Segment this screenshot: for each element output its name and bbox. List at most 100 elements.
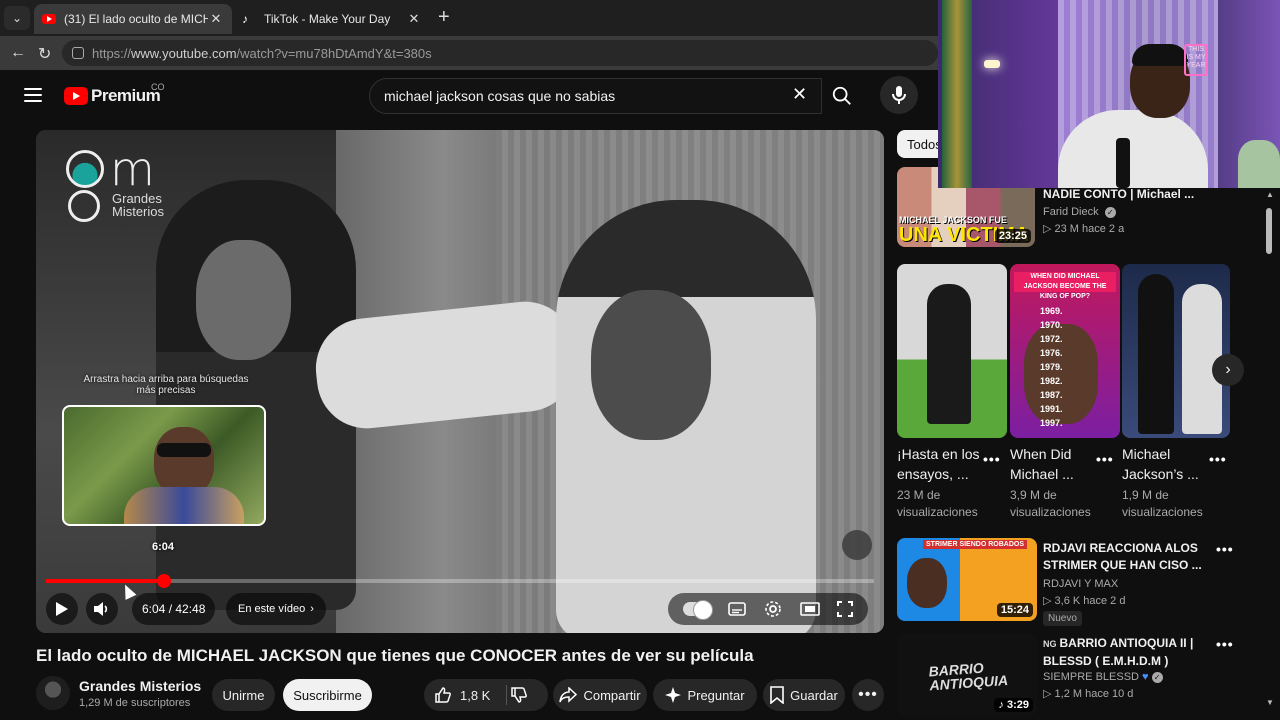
close-icon[interactable]: ✕ <box>406 11 422 27</box>
short-thumbnail[interactable] <box>1122 264 1230 438</box>
join-button[interactable]: Unirme <box>212 679 275 711</box>
thumbnail-caption: BARRIO ANTIOQUIA <box>928 659 1009 694</box>
chevron-down-icon: ⌄ <box>11 11 23 25</box>
autoplay-thumbnail-icon[interactable] <box>842 530 872 560</box>
voice-search-button[interactable] <box>880 76 918 114</box>
sparkle-icon <box>665 687 682 703</box>
watermark-circle <box>66 150 104 188</box>
like-dislike-group: 1,8 K <box>424 679 548 711</box>
rec-channel[interactable]: SIEMPRE BLESSD ♥ ✓ <box>1043 669 1163 686</box>
reload-icon[interactable]: ↻ <box>38 44 51 64</box>
more-vertical-icon[interactable]: ••• <box>1216 541 1234 557</box>
verified-check-icon: ✓ <box>1104 207 1116 218</box>
short-title[interactable]: Michael Jackson’s ... <box>1122 444 1206 484</box>
hamburger-menu-icon[interactable] <box>24 88 42 102</box>
browser-tab-tiktok[interactable]: ♪ TikTok - Make Your Day ✕ <box>234 4 430 34</box>
preview-glasses <box>157 443 211 457</box>
thumbs-down-icon[interactable] <box>510 686 528 704</box>
clear-search-icon[interactable]: ✕ <box>792 84 807 105</box>
short-figure <box>927 284 971 424</box>
save-button[interactable]: Guardar <box>763 679 845 711</box>
bookmark-icon <box>770 686 784 704</box>
rec-channel[interactable]: RDJAVI Y MAX <box>1043 576 1118 593</box>
heart-icon: ♥ <box>1142 671 1149 683</box>
channel-name[interactable]: Grandes Misterios <box>79 678 201 694</box>
short-thumbnail[interactable]: WHEN DID MICHAEL JACKSON BECOME THE KING… <box>1010 264 1120 438</box>
scroll-up-icon[interactable]: ▲ <box>1266 190 1274 199</box>
more-vertical-icon[interactable]: ••• <box>983 451 1001 467</box>
music-note-icon: ♪ <box>998 699 1007 711</box>
scroll-down-icon[interactable]: ▼ <box>1266 698 1274 707</box>
country-code: CO <box>151 82 165 92</box>
logo-text: Premium <box>91 86 161 105</box>
more-vertical-icon[interactable]: ••• <box>1096 451 1114 467</box>
shorts-next-button[interactable]: › <box>1212 354 1244 386</box>
chevron-right-icon: › <box>310 603 314 615</box>
channel-avatar[interactable] <box>36 676 70 710</box>
theater-mode-icon[interactable] <box>799 602 820 616</box>
address-bar: ← ↻ https://www.youtube.com/watch?v=mu78… <box>0 36 938 70</box>
ask-button[interactable]: Preguntar <box>653 679 757 711</box>
chevron-right-icon: › <box>1225 361 1231 378</box>
more-vertical-icon[interactable]: ••• <box>1209 451 1227 467</box>
volume-button[interactable] <box>86 593 118 625</box>
subtitles-icon[interactable] <box>728 602 747 616</box>
youtube-play-logo-icon <box>64 87 88 105</box>
youtube-logo[interactable]: Premium <box>64 86 161 106</box>
play-icon <box>56 602 68 616</box>
fullscreen-icon[interactable] <box>837 601 854 617</box>
back-arrow-icon[interactable]: ← <box>10 44 26 62</box>
sidebar-scrollbar[interactable]: ▲ ▼ <box>1266 190 1274 710</box>
search-button[interactable] <box>822 78 862 114</box>
browser-tab-youtube[interactable]: (31) El lado oculto de MICHAEL JA ✕ <box>34 4 232 34</box>
seek-preview-time: 6:04 <box>152 541 175 553</box>
search-icon <box>832 86 851 105</box>
more-vertical-icon[interactable]: ••• <box>1216 636 1234 652</box>
like-divider <box>506 685 507 705</box>
search-input[interactable]: michael jackson cosas que no sabias <box>369 78 822 114</box>
duration-badge: 15:24 <box>996 603 1033 617</box>
progress-bar[interactable] <box>46 574 874 588</box>
rec-channel[interactable]: Farid Dieck ✓ <box>1043 204 1116 221</box>
channel-watermark: m Grandes Misterios <box>66 142 176 230</box>
short-thumbnail[interactable] <box>897 264 1007 438</box>
scrollbar-thumb[interactable] <box>1266 208 1272 254</box>
watermark-letter: m <box>110 142 155 196</box>
like-count[interactable]: 1,8 K <box>460 688 490 703</box>
site-info-icon[interactable] <box>72 47 84 59</box>
autoplay-toggle-icon[interactable] <box>682 600 713 620</box>
webcam-overlay: THIS IS MY YEAR <box>938 0 1280 188</box>
url-field[interactable]: https://www.youtube.com/watch?v=mu78hDtA… <box>62 40 938 66</box>
duration-badge: 23:25 <box>994 229 1031 243</box>
more-actions-button[interactable]: ••• <box>852 679 884 711</box>
verified-check-icon: ✓ <box>1151 672 1163 683</box>
settings-gear-icon[interactable] <box>764 600 782 618</box>
youtube-favicon-icon <box>42 14 56 24</box>
chapter-button[interactable]: En este vídeo › <box>226 593 326 625</box>
rec-title[interactable]: RDJAVI REACCIONA ALOS STRIMER QUE HAN CI… <box>1043 540 1203 574</box>
seek-preview-thumbnail <box>62 405 266 526</box>
close-icon[interactable]: ✕ <box>208 11 224 27</box>
video-player[interactable]: m Grandes Misterios Arrastra hacia arrib… <box>36 130 884 633</box>
rec-title[interactable]: NG BARRIO ANTIOQUIA II | BLESSD ( E.M.H.D… <box>1043 635 1203 670</box>
drag-hint: Arrastra hacia arriba para búsquedas más… <box>83 374 249 396</box>
webcam-plant <box>1238 140 1280 188</box>
play-button[interactable] <box>46 593 78 625</box>
rec-thumbnail[interactable]: BARRIO ANTIOQUIA ♪ 3:29 <box>897 634 1037 716</box>
neon-sign: THIS IS MY YEAR <box>1184 44 1208 76</box>
rec-thumbnail[interactable]: STRIMER SIENDO ROBADOS 15:24 <box>897 538 1037 621</box>
subscribe-button[interactable]: Suscribirme <box>283 679 372 711</box>
url-host: www.youtube.com <box>131 45 237 61</box>
rec-title-text: BARRIO ANTIOQUIA II | BLESSD ( E.M.H.D.M… <box>1043 636 1194 668</box>
rec-title[interactable]: NADIE CONTO | Michael ... <box>1043 186 1243 203</box>
new-tab-button[interactable]: + <box>438 6 450 29</box>
webcam-microphone <box>1116 138 1130 188</box>
share-button[interactable]: Compartir <box>553 679 647 711</box>
thumbnail-face <box>907 558 947 608</box>
ask-label: Preguntar <box>687 687 745 703</box>
short-title[interactable]: ¡Hasta en los ensayos, ... <box>897 444 981 484</box>
tab-search-menu-button[interactable]: ⌄ <box>4 6 30 30</box>
short-title[interactable]: When Did Michael ... <box>1010 444 1094 484</box>
share-label: Compartir <box>583 687 641 703</box>
thumbs-up-icon[interactable] <box>434 686 452 704</box>
